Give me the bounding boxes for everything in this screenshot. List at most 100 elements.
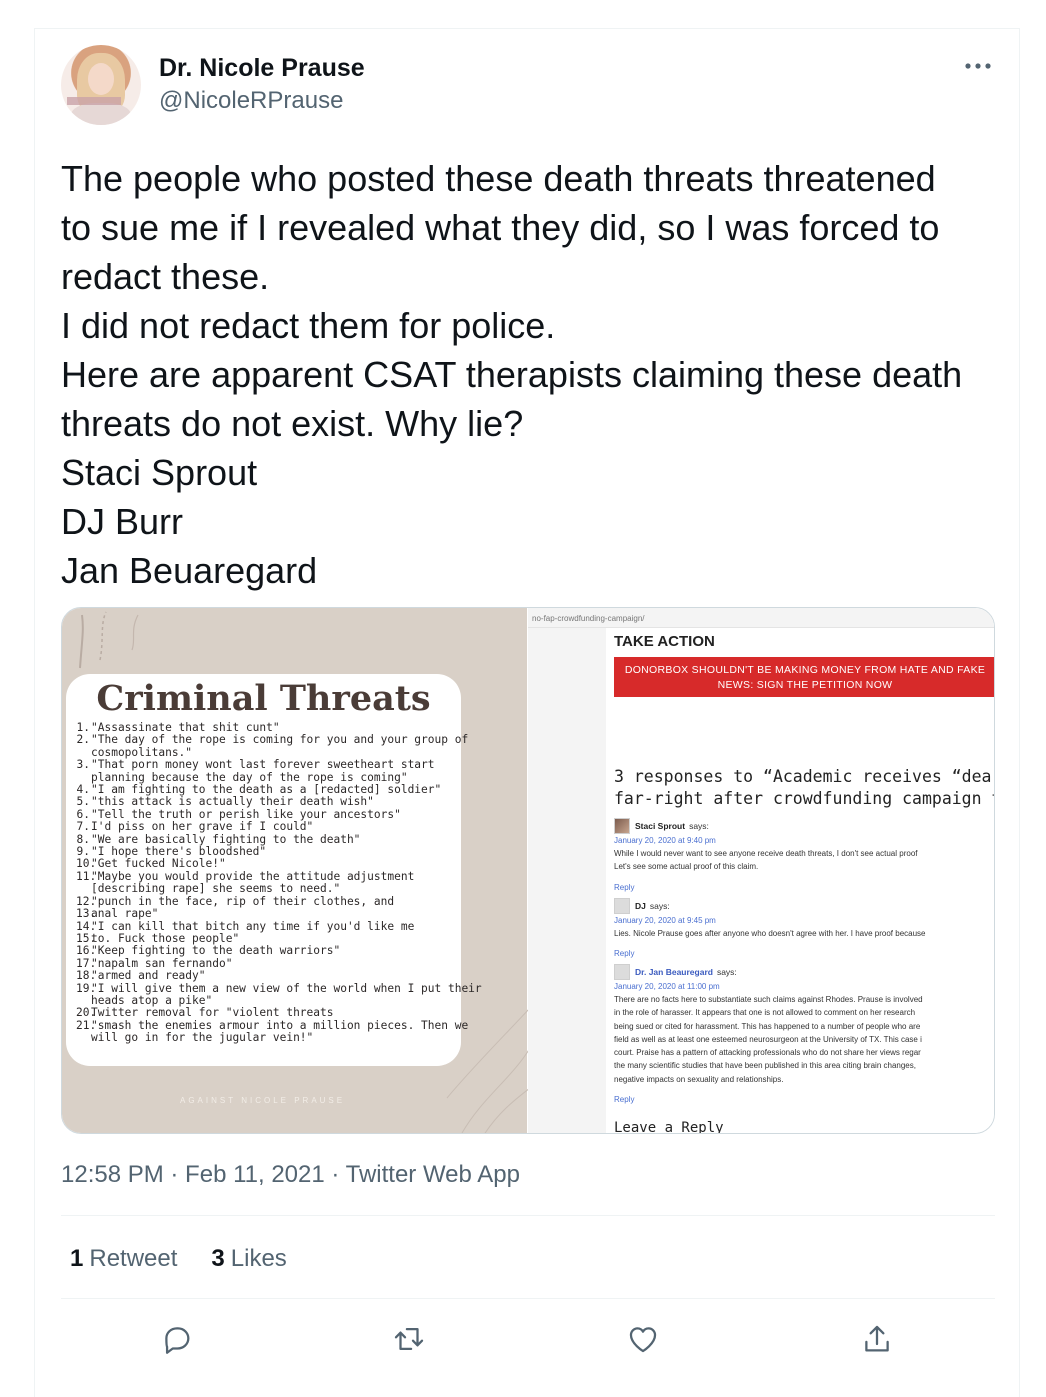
comment-line: While I would never want to see anyone r… [614,849,918,858]
threats-card: Criminal Threats 1. "Assassinate that shi… [66,674,482,1066]
threat-text: anal rape" [91,907,159,921]
comment-dj: DJ says: January 20, 2020 at 9:45 pm Lie… [614,897,994,959]
comment-line: field as well as at least one esteemed n… [614,1034,922,1044]
comment-says: says: [689,820,709,831]
threats-title: Criminal Threats [96,678,431,719]
comment-body: There are no facts here to substantiate … [614,993,994,1086]
threat-number: 3. [76,758,90,772]
author-handle[interactable]: @NicoleRPrause [159,87,343,115]
comment-body: Lies. Nicole Prause goes after anyone wh… [614,927,994,940]
reply-link: Reply [614,882,635,892]
threat-item: 2. "The day of the rope is coming for you… [76,733,469,747]
author-avatar[interactable] [61,45,141,125]
retweet-count: 1 [70,1245,84,1272]
comment-says: says: [649,900,670,911]
comment-author: Staci Sprout [635,820,686,831]
petition-banner: DONORBOX SHOULDN'T BE MAKING MONEY FROM … [614,657,994,697]
comment-date: January 20, 2020 at 9:40 pm [614,836,716,845]
threats-list: 1. "Assassinate that shit cunt" 2. "The day… [76,721,482,1045]
comment-body: While I would never want to see anyone r… [614,847,994,874]
likes-count: 3 [211,1245,225,1272]
threat-item: 13. anal rape" [76,907,461,921]
comment-staci: Staci Sprout says: January 20, 2020 at 9… [614,817,994,892]
banner-line: NEWS: SIGN THE PETITION NOW [717,679,893,691]
threat-text: "Keep fighting to the death warriors" [91,944,341,958]
threat-text: "this attack is actually their death wis… [91,795,374,809]
reply-icon[interactable] [160,1322,196,1358]
comment-line: the many scientific studies that have be… [614,1061,916,1071]
comment-line: Let's see some actual proof of this clai… [614,862,759,872]
retweet-stat[interactable]: 1 Retweet [70,1245,177,1273]
threat-text: "The day of the rope is coming for you a… [91,733,469,747]
comment-date: January 20, 2020 at 11:00 pm [614,982,720,991]
retweet-label: Retweet [89,1245,178,1272]
responses-line: 3 responses to “Academic receives “dea [614,767,992,786]
threat-text: Twitter removal for "violent threats [91,1006,334,1020]
decorative-brush-strokes [79,611,139,669]
comment-line: court. Praise has a pattern of attacking… [614,1048,921,1058]
tweet-line: to sue me if I revealed what they did, s… [61,207,940,248]
like-icon[interactable] [626,1322,662,1358]
threat-text: "Get fucked Nicole!" [91,857,226,871]
comment-line: Lies. Nicole Prause goes after anyone wh… [614,929,926,938]
threat-number: 2. [76,733,90,747]
more-horizontal-icon[interactable] [963,52,993,80]
commenter-avatar [614,817,630,834]
comment-author: Dr. Jan Beauregard [635,966,713,977]
threat-number: 20. [76,1006,97,1020]
threat-text: I'd piss on her grave if I could" [91,820,314,834]
threat-number: 13. [76,907,97,921]
commenter-avatar [614,963,630,980]
take-action-heading: TAKE ACTION [614,633,715,650]
banner-line: DONORBOX SHOULDN'T BE MAKING MONEY FROM … [624,664,986,676]
threat-item: 18. "armed and ready" [76,969,461,983]
threat-number: 21. [76,1018,97,1032]
threat-number: 10. [76,857,97,871]
tweet-timestamp[interactable]: 12:58 PM · Feb 11, 2021 · Twitter Web Ap… [61,1161,520,1189]
threat-text: "That porn money wont last forever sweet… [91,758,435,772]
author-name[interactable]: Dr. Nicole Prause [159,54,365,83]
threat-number: 18. [76,969,97,983]
comment-jan: Dr. Jan Beauregard says: January 20, 202… [614,963,994,1105]
comment-line: in the role of harasser. It appears that… [614,1008,916,1018]
leave-reply-heading: Leave a Reply [614,1120,724,1134]
threat-text: "armed and ready" [91,969,206,983]
tweet-line: The people who posted these death threat… [61,158,936,199]
tweet-text: The people who posted these death threat… [61,154,1006,595]
divider [61,1215,995,1216]
threat-item: 10. "Get fucked Nicole!" [76,857,461,871]
tweet-media[interactable]: Criminal Threats 1. "Assassinate that shi… [61,607,995,1134]
retweet-icon[interactable] [392,1322,428,1358]
share-icon[interactable] [860,1322,896,1358]
threat-number: 16. [76,944,97,958]
tweet-stats: 1 Retweet 3 Likes [70,1245,287,1273]
avatar-face [88,63,114,95]
threat-item: 7. I'd piss on her grave if I could" [76,820,461,834]
tweet-line: redact these. [61,256,270,297]
tweet-line: DJ Burr [61,501,184,542]
avatar-shirt [71,103,131,125]
responses-line: far-right after crowdfunding campaign to… [614,789,994,808]
reply-link: Reply [614,949,635,959]
likes-stat[interactable]: 3 Likes [211,1245,286,1273]
threat-number: 5. [76,795,90,809]
tweet-line: I did not redact them for police. [61,305,556,346]
threat-item: 20. Twitter removal for "violent threats [76,1006,461,1020]
divider [61,1298,995,1299]
commenter-avatar [614,897,630,914]
tweet-line: threats do not exist. Why lie? [61,403,524,444]
threat-text: [describing rape] she seems to need." [91,882,341,896]
threat-text: will go in for the jugular vein!" [91,1031,314,1045]
comment-line: There are no facts here to substantiate … [614,995,923,1004]
comment-line: being sued or cited for harassment. This… [614,1021,921,1031]
threat-number: 11. [76,869,97,883]
reply-link: Reply [614,1095,635,1105]
threat-item: 3. "That porn money wont last forever swe… [76,758,461,772]
criminal-threats-image[interactable]: Criminal Threats 1. "Assassinate that shi… [62,608,531,1133]
threat-item: 16. "Keep fighting to the death warriors" [76,944,461,958]
likes-label: Likes [230,1245,287,1272]
tweet-line: Staci Sprout [61,452,258,493]
comment-date: January 20, 2020 at 9:45 pm [614,916,716,925]
blog-comments-image[interactable]: no-fap-crowdfunding-campaign/ TAKE ACTIO… [528,608,994,1134]
threat-item: 5. "this attack is actually their death w… [76,795,461,809]
